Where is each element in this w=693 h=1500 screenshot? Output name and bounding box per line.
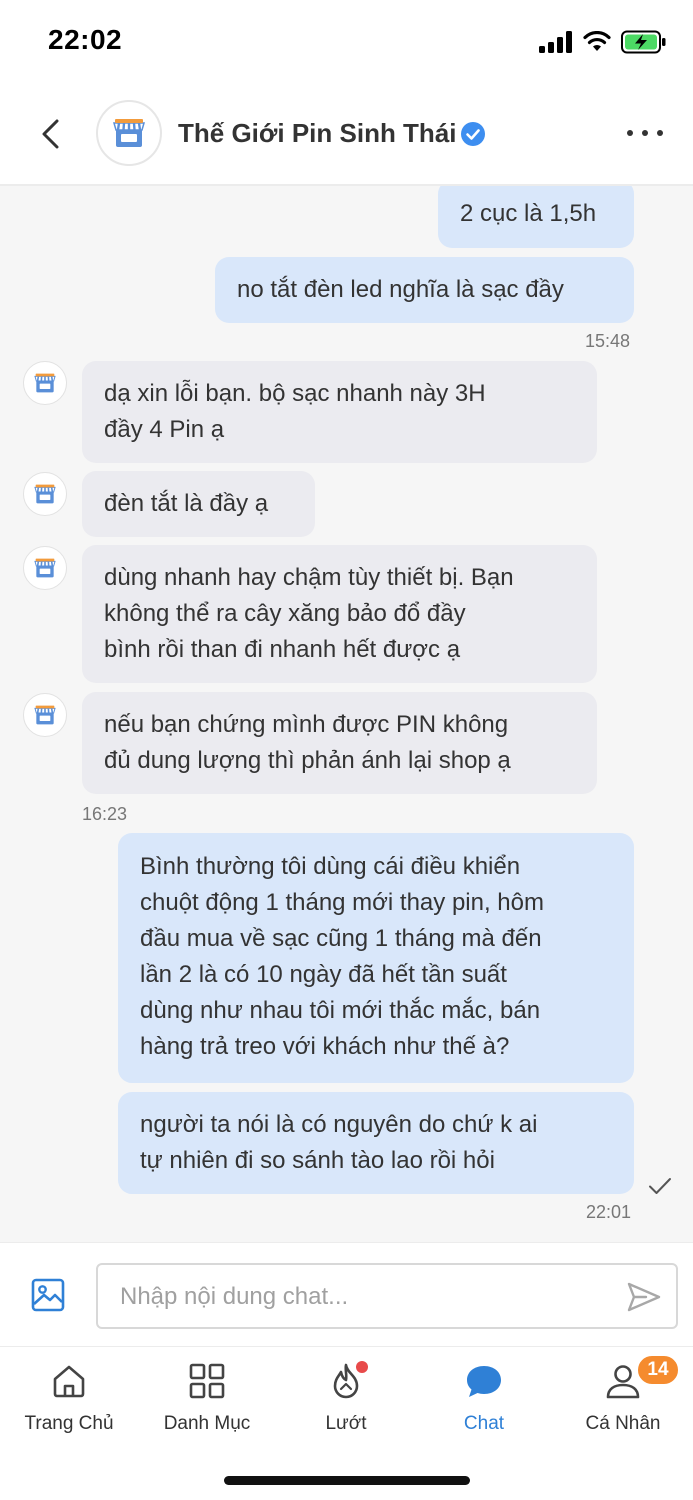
message-incoming[interactable]: đèn tắt là đầy ạ [82,471,315,537]
message-text: 2 cục là 1,5h [460,200,597,227]
verified-check-icon [461,122,485,146]
battery-charging-icon [621,30,666,54]
shop-avatar[interactable] [96,100,162,166]
nav-label: Chat [463,1413,505,1434]
message-text: nếu bạn chứng mình được PIN không đủ dun… [104,711,511,774]
message-text: dạ xin lỗi bạn. bộ sạc nhanh này 3H đầy … [104,380,486,443]
shop-name[interactable]: Thế Giới Pin Sinh Thái [178,118,457,149]
store-icon [34,484,56,504]
nav-item-categories[interactable]: Danh Mục [142,1361,272,1441]
nav-label: Cá Nhân [585,1413,661,1434]
message-text: dùng nhanh hay chậm tùy thiết bị. Bạn kh… [104,564,514,663]
shop-avatar-small[interactable] [23,546,67,590]
chat-input-container [96,1263,678,1329]
message-outgoing[interactable]: 2 cục là 1,5h [438,186,634,248]
send-icon[interactable] [626,1281,662,1313]
chat-input-bar [0,1242,693,1346]
message-incoming[interactable]: dạ xin lỗi bạn. bộ sạc nhanh này 3H đầy … [82,361,597,463]
shop-avatar-small[interactable] [23,472,67,516]
status-bar: 22:02 [0,0,693,86]
store-icon [113,119,145,147]
chat-bubble-icon [467,1366,501,1397]
nav-label: Trang Chủ [24,1413,114,1434]
grid-icon [189,1363,225,1399]
store-icon [34,558,56,578]
message-text: no tắt đèn led nghĩa là sạc đầy [237,276,564,303]
nav-item-chat[interactable]: Chat [419,1361,549,1441]
message-text: người ta nói là có nguyên do chứ k ai tự… [140,1111,538,1174]
message-outgoing[interactable]: Bình thường tôi dùng cái điều khiển chuộ… [118,833,634,1083]
image-icon[interactable] [30,1277,66,1313]
message-outgoing[interactable]: no tắt đèn led nghĩa là sạc đầy [215,257,634,323]
nav-label: Danh Mục [163,1413,251,1434]
message-outgoing[interactable]: người ta nói là có nguyên do chứ k ai tự… [118,1092,634,1194]
chevron-left-icon [42,119,59,149]
message-incoming[interactable]: dùng nhanh hay chậm tùy thiết bị. Bạn kh… [82,545,597,683]
notification-dot [356,1361,368,1373]
store-icon [34,705,56,725]
message-timestamp: 15:48 [585,331,631,351]
signal-icon [539,31,572,53]
store-icon [34,373,56,393]
nav-item-feed[interactable]: Lướt [281,1361,411,1441]
message-text: Bình thường tôi dùng cái điều khiển chuộ… [140,853,544,1060]
home-indicator [224,1476,470,1485]
message-text: đèn tắt là đầy ạ [104,490,269,517]
chat-header: Thế Giới Pin Sinh Thái [0,86,693,186]
chat-message-input[interactable] [120,1279,600,1315]
home-icon [53,1365,85,1398]
back-button[interactable] [30,114,70,154]
nav-item-home[interactable]: Trang Chủ [4,1361,134,1441]
status-time: 22:02 [48,24,123,55]
wifi-icon [583,31,611,51]
sent-check-icon [649,1178,671,1194]
shop-avatar-small[interactable] [23,693,67,737]
nav-label: Lướt [325,1413,367,1434]
shop-avatar-small[interactable] [23,361,67,405]
status-icons [539,30,667,54]
message-timestamp: 22:01 [586,1202,632,1222]
message-list[interactable]: 2 cục là 1,5h no tắt đèn led nghĩa là sạ… [0,186,693,1242]
message-timestamp: 16:23 [82,804,128,824]
profile-badge: 14 [636,1354,680,1386]
message-incoming[interactable]: nếu bạn chứng mình được PIN không đủ dun… [82,692,597,794]
more-dots-icon[interactable] [627,120,663,146]
